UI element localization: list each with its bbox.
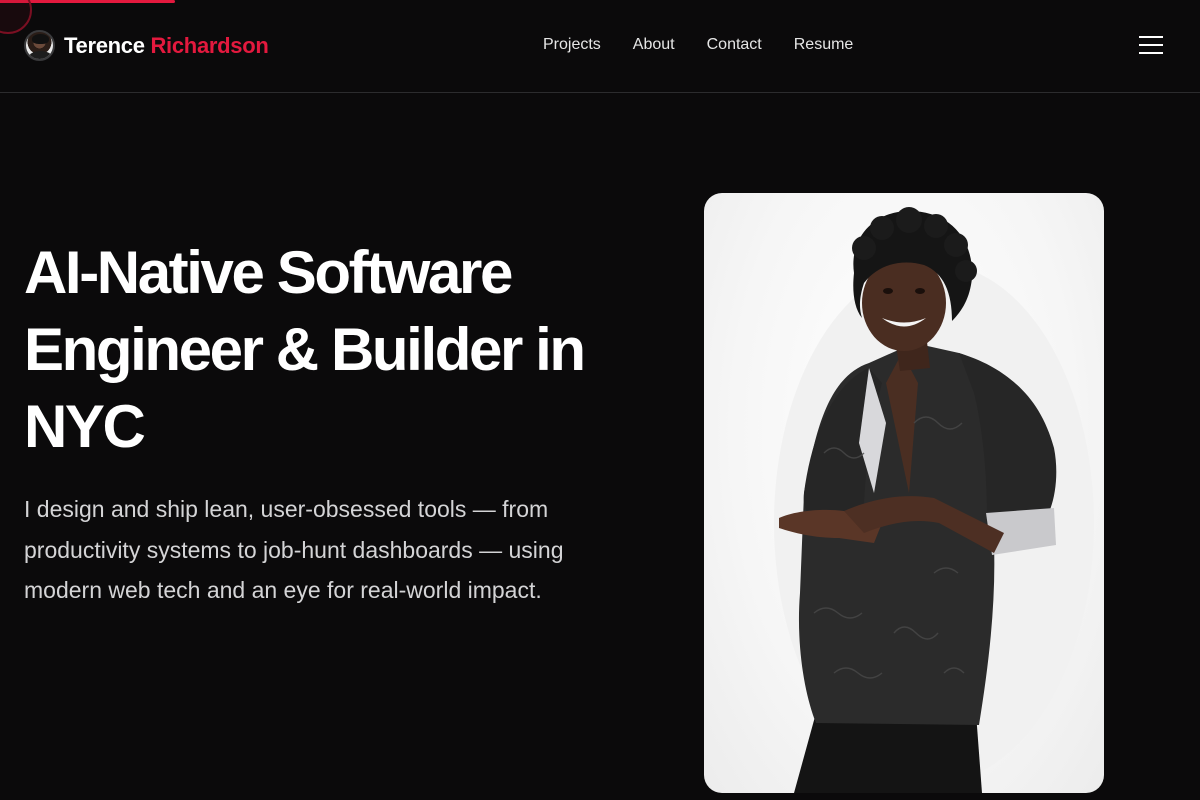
- site-header: Terence Richardson Projects About Contac…: [0, 0, 1200, 93]
- portrait-illustration: [774, 207, 1094, 793]
- portrait-photo: [704, 193, 1104, 793]
- brand-name: Terence Richardson: [64, 33, 269, 59]
- hamburger-menu-icon[interactable]: [1139, 36, 1165, 56]
- nav-link-contact[interactable]: Contact: [707, 35, 762, 55]
- brand-home-link[interactable]: Terence Richardson: [24, 30, 269, 61]
- avatar: [24, 30, 55, 61]
- brand-first-name: Terence: [64, 32, 145, 58]
- main-nav: Projects About Contact Resume: [543, 35, 853, 55]
- nav-link-about[interactable]: About: [633, 35, 675, 55]
- nav-link-projects[interactable]: Projects: [543, 35, 601, 55]
- hero-subtitle: I design and ship lean, user-obsessed to…: [24, 496, 564, 604]
- nav-link-resume[interactable]: Resume: [794, 35, 854, 55]
- brand-last-name: Richardson: [150, 32, 269, 58]
- hero-title: AI-Native Software Engineer & Builder in…: [24, 239, 586, 460]
